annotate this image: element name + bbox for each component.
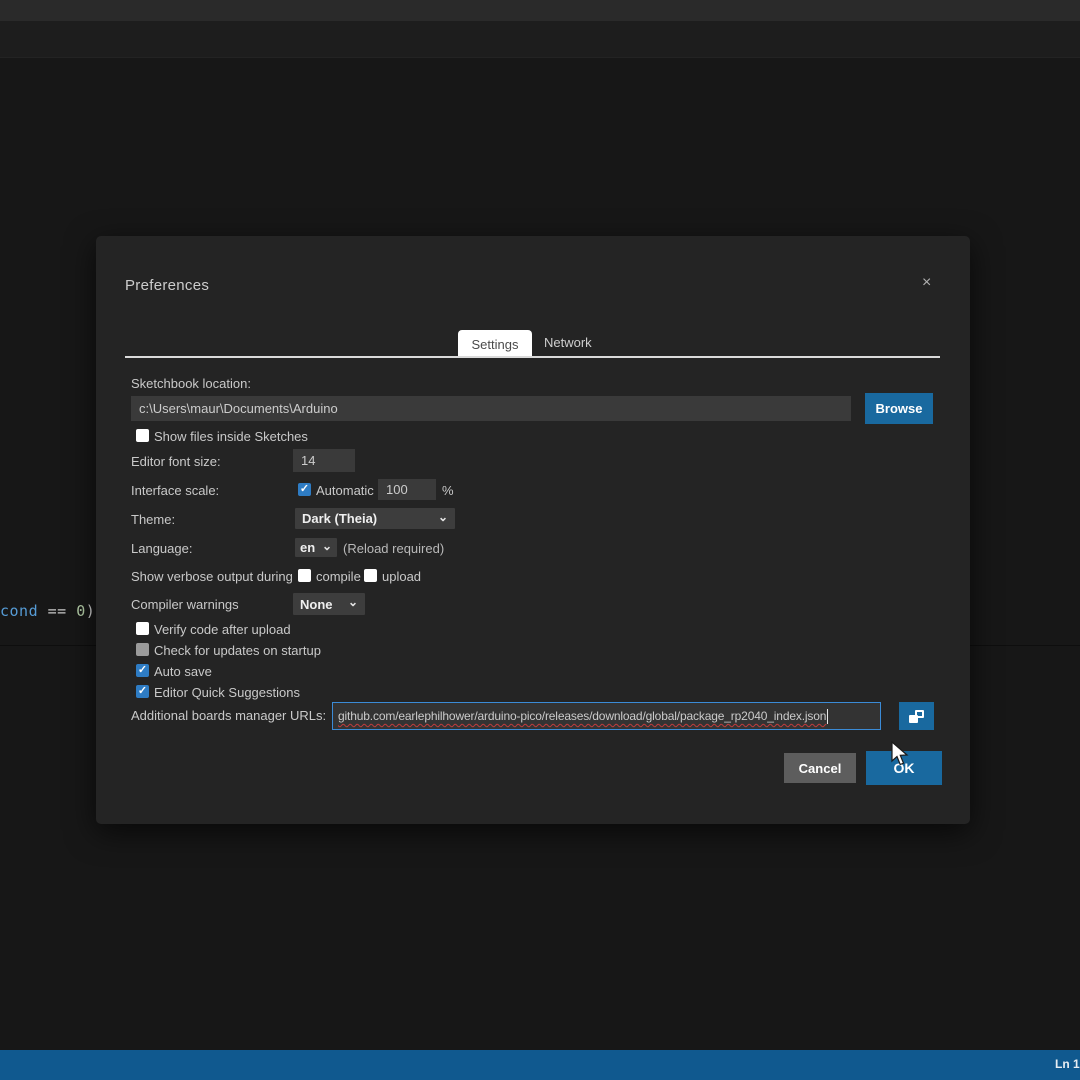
verbose-compile-label: compile (316, 569, 361, 584)
editor-font-size-label: Editor font size: (131, 454, 221, 469)
cancel-button[interactable]: Cancel (784, 753, 856, 783)
boards-urls-value: github.com/earlephilhower/arduino-pico/r… (338, 709, 827, 723)
verbose-compile-checkbox[interactable] (298, 569, 311, 582)
verbose-output-label: Show verbose output during (131, 569, 293, 584)
verbose-upload-label: upload (382, 569, 422, 584)
verbose-upload-checkbox[interactable] (364, 569, 377, 582)
chevron-down-icon: ⌄ (437, 509, 448, 524)
theme-select-value: Dark (Theia) (302, 511, 378, 526)
check-updates-checkbox[interactable] (136, 643, 149, 656)
interface-scale-unit: % (442, 483, 454, 498)
chevron-down-icon: ⌄ (347, 595, 358, 609)
theme-select[interactable]: Dark (Theia) ⌄ (295, 508, 455, 529)
verify-code-label: Verify code after upload (154, 622, 291, 637)
menubar (0, 21, 1080, 58)
show-files-checkbox[interactable] (136, 429, 149, 442)
boards-urls-input[interactable]: github.com/earlephilhower/arduino-pico/r… (332, 702, 881, 730)
compiler-warnings-value: None (300, 596, 333, 612)
close-icon[interactable]: × (922, 274, 931, 292)
tab-network[interactable]: Network (544, 335, 592, 350)
compiler-warnings-label: Compiler warnings (131, 597, 239, 612)
chevron-down-icon: ⌄ (321, 538, 332, 553)
multi-window-icon (909, 709, 924, 723)
check-icon: ✓ (299, 483, 310, 495)
tab-settings[interactable]: Settings (458, 330, 532, 358)
check-updates-label: Check for updates on startup (154, 643, 321, 658)
interface-scale-label: Interface scale: (131, 483, 220, 498)
language-label: Language: (131, 541, 193, 556)
status-bar: Ln 1 (0, 1050, 1080, 1080)
app-window: cond == 0) { Ln 1 Preferences × Settings… (0, 0, 1080, 1080)
cursor-position-status[interactable]: Ln 1 (1055, 1057, 1080, 1071)
preferences-dialog: Preferences × Settings Network Sketchboo… (96, 236, 970, 824)
compiler-warnings-select[interactable]: None ⌄ (293, 593, 365, 615)
quick-suggestions-label: Editor Quick Suggestions (154, 685, 300, 700)
sketchbook-location-input[interactable] (131, 396, 851, 421)
auto-save-checkbox[interactable]: ✓ (136, 664, 149, 677)
show-files-label: Show files inside Sketches (154, 429, 308, 444)
titlebar (0, 0, 1080, 21)
text-caret (827, 708, 829, 724)
browse-button[interactable]: Browse (865, 393, 933, 424)
ok-button[interactable]: OK (866, 751, 942, 785)
quick-suggestions-checkbox[interactable]: ✓ (136, 685, 149, 698)
check-icon: ✓ (137, 685, 148, 697)
check-icon: ✓ (137, 664, 148, 676)
interface-scale-auto-checkbox[interactable]: ✓ (298, 483, 311, 496)
editor-font-size-input[interactable] (293, 449, 355, 472)
theme-label: Theme: (131, 512, 176, 527)
dialog-title: Preferences (125, 277, 210, 294)
verify-code-checkbox[interactable] (136, 622, 149, 635)
language-select-value: en (300, 540, 316, 555)
sketchbook-location-label: Sketchbook location: (131, 376, 251, 391)
edit-urls-list-button[interactable] (899, 702, 934, 730)
code-token: == (38, 602, 77, 620)
auto-save-label: Auto save (154, 664, 212, 679)
interface-scale-input[interactable] (378, 479, 436, 500)
language-select[interactable]: en ⌄ (295, 538, 337, 557)
language-reload-note: (Reload required) (343, 541, 445, 556)
tab-underline (125, 356, 940, 358)
boards-urls-label: Additional boards manager URLs: (131, 708, 327, 723)
code-token: 0 (76, 602, 86, 620)
code-token: cond (0, 602, 39, 620)
interface-scale-auto-label: Automatic (316, 483, 374, 498)
